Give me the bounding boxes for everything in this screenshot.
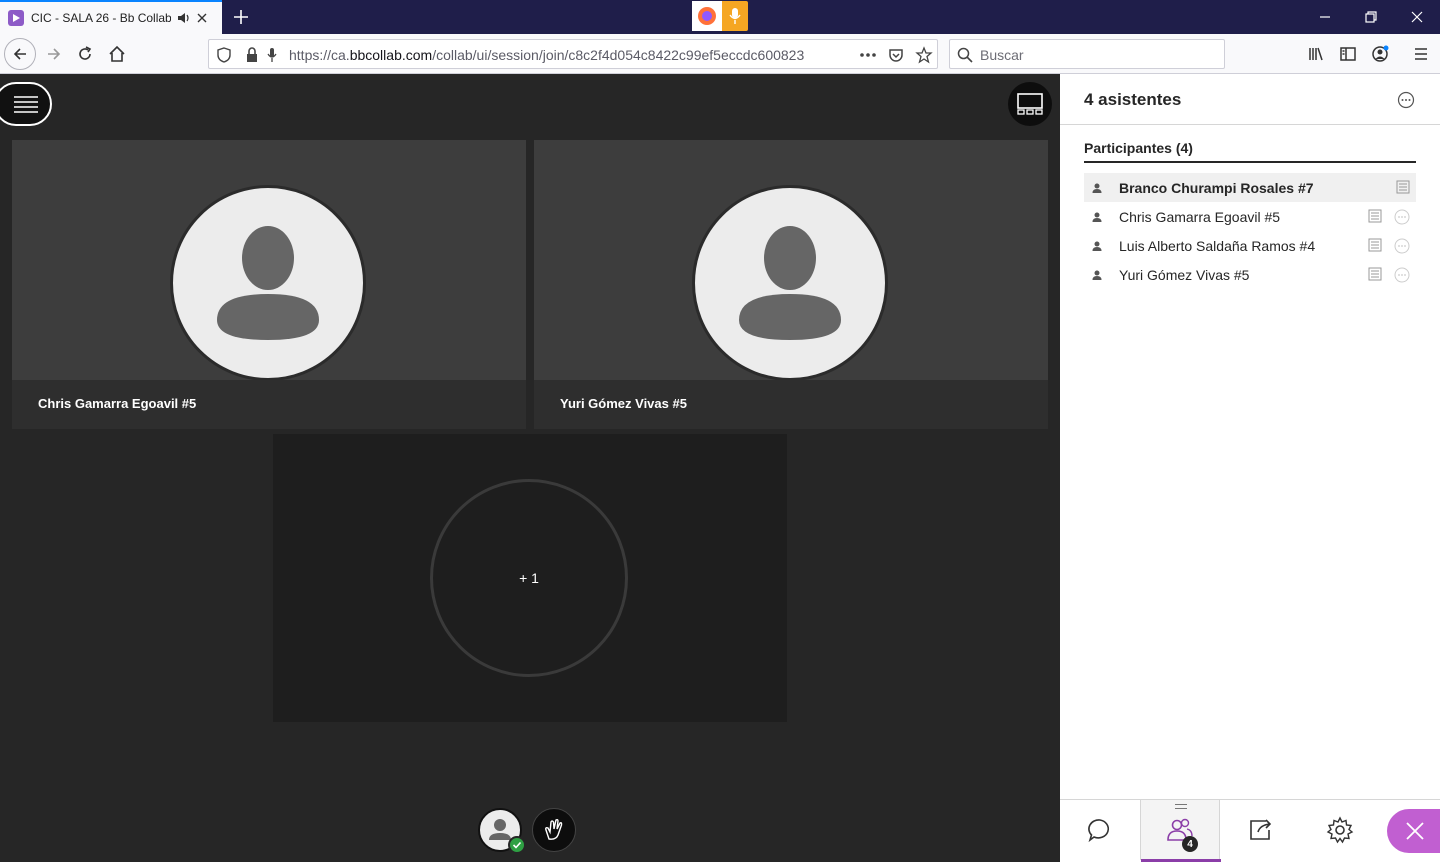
person-icon xyxy=(739,226,841,340)
closed-caption-icon[interactable] xyxy=(1396,180,1410,194)
panel-footer: 4 xyxy=(1060,799,1440,862)
url-text: https://ca.bbcollab.com/collab/ui/sessio… xyxy=(289,47,805,63)
session-menu-button[interactable] xyxy=(0,82,52,126)
browser-navbar: https://ca.bbcollab.com/collab/ui/sessio… xyxy=(0,34,1440,74)
layout-icon xyxy=(1017,93,1043,115)
person-icon xyxy=(1084,211,1110,223)
participant-tile[interactable]: Chris Gamarra Egoavil #5 xyxy=(12,140,526,429)
person-icon xyxy=(217,226,319,340)
drag-grip-icon xyxy=(1175,804,1187,809)
microphone-icon xyxy=(722,1,748,31)
library-icon xyxy=(1309,47,1323,61)
account-button[interactable] xyxy=(1366,40,1394,68)
person-icon xyxy=(1084,240,1110,252)
gear-icon xyxy=(1326,816,1354,844)
chat-icon xyxy=(1088,819,1110,843)
closed-caption-icon[interactable] xyxy=(1368,209,1382,223)
collaborate-favicon-icon xyxy=(8,10,24,26)
minimize-icon[interactable] xyxy=(1314,6,1336,28)
forward-button[interactable] xyxy=(40,40,68,68)
participant-tile[interactable]: Yuri Gómez Vivas #5 xyxy=(534,140,1048,429)
search-bar[interactable]: Buscar xyxy=(949,39,1225,69)
person-icon xyxy=(1084,182,1110,194)
tab-close-icon[interactable] xyxy=(195,11,209,25)
library-button[interactable] xyxy=(1302,40,1330,68)
close-icon xyxy=(1406,822,1424,840)
shield-icon[interactable] xyxy=(215,46,233,64)
participant-name: Chris Gamarra Egoavil #5 xyxy=(1119,208,1281,225)
person-icon xyxy=(1084,269,1110,281)
avatar xyxy=(692,185,888,380)
back-button[interactable] xyxy=(4,38,36,70)
more-options-icon[interactable] xyxy=(1397,91,1415,109)
status-check-icon xyxy=(508,836,526,854)
list-item[interactable]: Luis Alberto Saldaña Ramos #4 xyxy=(1084,231,1416,260)
search-icon xyxy=(956,46,974,64)
participant-name: Luis Alberto Saldaña Ramos #4 xyxy=(1119,237,1316,254)
raise-hand-button[interactable] xyxy=(532,808,576,852)
sidebar-icon xyxy=(1340,47,1356,61)
back-arrow-icon xyxy=(13,48,26,60)
attendees-button[interactable]: 4 xyxy=(1140,800,1221,862)
participant-list: Branco Churampi Rosales #7 Chris Gamarra… xyxy=(1084,173,1416,289)
hamburger-menu-icon xyxy=(14,96,38,113)
participant-video xyxy=(534,140,1048,380)
participants-section-title[interactable]: Participantes (4) xyxy=(1084,140,1193,156)
section-divider xyxy=(1084,161,1416,163)
account-icon xyxy=(1372,45,1389,62)
closed-caption-icon[interactable] xyxy=(1368,238,1382,252)
tab-title: CIC - SALA 26 - Bb Collaborate xyxy=(31,11,171,25)
sharing-indicator[interactable] xyxy=(692,1,748,31)
pocket-icon[interactable] xyxy=(887,46,905,64)
list-item[interactable]: Branco Churampi Rosales #7 xyxy=(1084,173,1416,202)
participant-name: Yuri Gómez Vivas #5 xyxy=(1119,266,1250,283)
home-icon xyxy=(109,45,125,62)
list-item[interactable]: Chris Gamarra Egoavil #5 xyxy=(1084,202,1416,231)
participant-name: Yuri Gómez Vivas #5 xyxy=(560,396,687,411)
list-item[interactable]: Yuri Gómez Vivas #5 xyxy=(1084,260,1416,289)
search-placeholder: Buscar xyxy=(980,47,1024,63)
more-options-icon[interactable] xyxy=(1394,267,1410,283)
restore-icon[interactable] xyxy=(1360,6,1382,28)
browser-tab[interactable]: CIC - SALA 26 - Bb Collaborate xyxy=(0,0,222,34)
bookmark-star-icon[interactable] xyxy=(915,46,933,64)
participant-video xyxy=(12,140,526,380)
reload-button[interactable] xyxy=(71,40,99,68)
firefox-icon xyxy=(692,1,722,31)
share-content-button[interactable] xyxy=(1220,800,1300,860)
raise-hand-icon xyxy=(545,818,563,840)
page-actions-icon[interactable] xyxy=(859,46,877,64)
mic-permission-icon[interactable] xyxy=(263,46,281,64)
panel-title: 4 asistentes xyxy=(1084,90,1182,109)
closed-caption-icon[interactable] xyxy=(1368,267,1382,281)
reload-icon xyxy=(79,46,92,60)
more-options-icon[interactable] xyxy=(1394,238,1410,254)
share-icon xyxy=(1250,819,1272,840)
attendee-count-badge: 4 xyxy=(1182,836,1198,852)
app-menu-button[interactable] xyxy=(1407,40,1435,68)
sidebar-toggle-button[interactable] xyxy=(1334,40,1362,68)
avatar xyxy=(170,185,366,380)
video-stage: Chris Gamarra Egoavil #5 Yuri Gómez Viva… xyxy=(0,74,1060,862)
window-close-icon[interactable] xyxy=(1406,6,1428,28)
forward-arrow-icon xyxy=(48,48,61,60)
more-participants-tile[interactable]: + 1 xyxy=(273,434,787,722)
layout-button[interactable] xyxy=(1008,82,1052,126)
more-options-icon[interactable] xyxy=(1394,209,1410,225)
url-bar[interactable]: https://ca.bbcollab.com/collab/ui/sessio… xyxy=(208,39,938,69)
close-panel-button[interactable] xyxy=(1387,809,1440,853)
panel-header: 4 asistentes xyxy=(1060,74,1440,125)
hamburger-icon xyxy=(1415,48,1427,60)
home-button[interactable] xyxy=(103,40,131,68)
attendees-panel: 4 asistentes Participantes (4) Branco Ch… xyxy=(1060,74,1440,862)
settings-button[interactable] xyxy=(1300,800,1380,860)
new-tab-icon[interactable] xyxy=(230,6,252,28)
chat-button[interactable] xyxy=(1060,800,1140,860)
browser-titlebar: CIC - SALA 26 - Bb Collaborate xyxy=(0,0,1440,34)
participant-name: Chris Gamarra Egoavil #5 xyxy=(38,396,197,411)
lock-icon[interactable] xyxy=(243,46,261,64)
speaker-icon[interactable] xyxy=(177,11,191,25)
participant-name: Branco Churampi Rosales #7 xyxy=(1119,179,1314,196)
more-participants-count: + 1 xyxy=(430,479,628,677)
